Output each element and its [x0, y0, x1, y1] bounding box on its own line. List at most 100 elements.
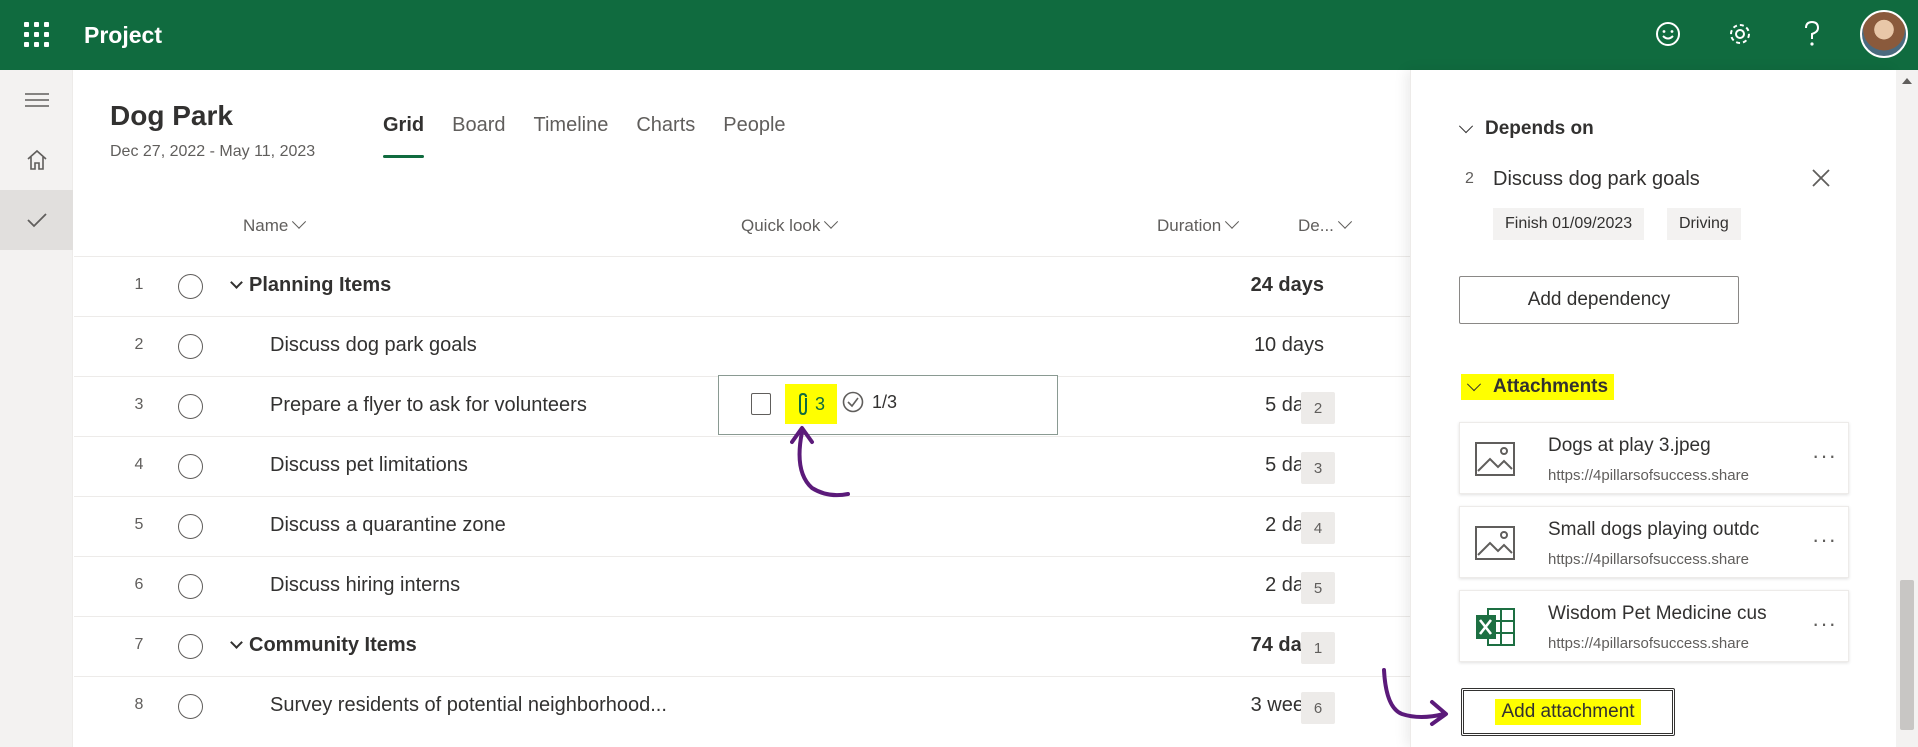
dependency-badge[interactable]: 6	[1301, 692, 1335, 724]
attachment-item[interactable]: Wisdom Pet Medicine cus https://4pillars…	[1459, 590, 1849, 662]
user-avatar[interactable]	[1860, 10, 1908, 58]
add-attachment-button[interactable]: Add attachment	[1461, 688, 1675, 736]
settings-gear-icon[interactable]	[1724, 18, 1756, 50]
tab-people[interactable]: People	[709, 114, 799, 158]
task-name[interactable]: Discuss hiring interns	[270, 574, 460, 597]
attachments-section-header[interactable]: Attachments	[1461, 374, 1615, 400]
add-attachment-label: Add attachment	[1495, 699, 1641, 725]
group-name-label: Community Items	[249, 634, 417, 656]
annotation-curved-arrow-icon	[1382, 668, 1448, 726]
attachment-item[interactable]: Dogs at play 3.jpeg https://4pillarsofsu…	[1459, 422, 1849, 494]
scroll-up-arrow-icon[interactable]	[1900, 76, 1914, 86]
column-header-quick-look[interactable]: Quick look	[741, 214, 839, 236]
duration-cell[interactable]: 10 days	[1164, 334, 1324, 357]
project-name[interactable]: Dog Park	[110, 100, 233, 132]
dependency-badge[interactable]: 3	[1301, 452, 1335, 484]
attachment-name[interactable]: Small dogs playing outdc	[1548, 519, 1783, 541]
task-complete-circle-icon[interactable]	[178, 334, 203, 359]
table-row[interactable]: 8 Survey residents of potential neighbor…	[74, 676, 1410, 736]
duration-cell[interactable]: 5 days	[1164, 454, 1324, 477]
task-complete-circle-icon[interactable]	[178, 574, 203, 599]
duration-cell[interactable]: 5 days	[1164, 394, 1324, 417]
hamburger-menu-icon[interactable]	[0, 70, 73, 130]
app-launcher-icon[interactable]	[22, 20, 50, 48]
tab-grid[interactable]: Grid	[383, 114, 438, 158]
collapse-chevron-icon[interactable]	[230, 276, 243, 289]
task-complete-circle-icon[interactable]	[178, 694, 203, 719]
more-options-icon[interactable]: ···	[1812, 527, 1837, 553]
dependency-badge[interactable]: 4	[1301, 512, 1335, 544]
task-name[interactable]: Discuss pet limitations	[270, 454, 468, 477]
help-question-icon[interactable]	[1796, 18, 1828, 50]
group-name[interactable]: Planning Items	[228, 274, 391, 297]
column-header-duration[interactable]: Duration	[1157, 214, 1240, 236]
column-header-name[interactable]: Name	[243, 214, 307, 236]
chevron-down-icon	[1337, 214, 1352, 229]
scrollbar-thumb[interactable]	[1900, 580, 1914, 730]
column-header-duration-label: Duration	[1157, 216, 1222, 235]
table-row-group[interactable]: 7 Community Items 74 days 1	[74, 616, 1410, 676]
task-name[interactable]: Discuss dog park goals	[270, 334, 477, 357]
row-number: 4	[134, 456, 144, 473]
column-header-quick-look-label: Quick look	[741, 216, 821, 235]
table-row-group[interactable]: 1 Planning Items 24 days	[74, 256, 1410, 316]
column-header-dependencies[interactable]: De...	[1298, 214, 1352, 236]
duration-cell[interactable]: 2 days	[1164, 574, 1324, 597]
quick-look-cell[interactable]: 3 1/3	[718, 375, 1058, 435]
annotation-curved-arrow-icon	[790, 426, 850, 498]
more-options-icon[interactable]: ···	[1812, 611, 1837, 637]
collapse-chevron-icon[interactable]	[230, 636, 243, 649]
group-name-label: Planning Items	[249, 274, 392, 296]
remove-dependency-close-icon[interactable]	[1809, 166, 1833, 190]
my-tasks-check-icon[interactable]	[0, 190, 73, 250]
duration-cell[interactable]: 24 days	[1164, 274, 1324, 297]
table-row[interactable]: 2 Discuss dog park goals 10 days	[74, 316, 1410, 376]
dependency-type-chip[interactable]: Driving	[1667, 208, 1741, 240]
add-dependency-button[interactable]: Add dependency	[1459, 276, 1739, 324]
paperclip-icon	[798, 392, 807, 416]
more-options-icon[interactable]: ···	[1812, 443, 1837, 469]
feedback-smiley-icon[interactable]	[1652, 18, 1684, 50]
column-header-name-label: Name	[243, 216, 289, 235]
checklist-progress[interactable]: 1/3	[842, 391, 897, 413]
task-name[interactable]: Survey residents of potential neighborho…	[270, 694, 667, 717]
task-complete-circle-icon[interactable]	[178, 634, 203, 659]
left-nav-rail	[0, 70, 73, 747]
view-tabs: Grid Board Timeline Charts People	[383, 114, 800, 158]
task-complete-circle-icon[interactable]	[178, 454, 203, 479]
row-number: 6	[134, 576, 144, 593]
app-title[interactable]: Project	[84, 22, 162, 49]
task-name[interactable]: Prepare a flyer to ask for volunteers	[270, 394, 587, 417]
chevron-down-icon	[1466, 377, 1482, 392]
attachment-url: https://4pillarsofsuccess.share	[1548, 551, 1749, 568]
home-icon[interactable]	[0, 130, 73, 190]
task-complete-circle-icon[interactable]	[178, 514, 203, 539]
table-row[interactable]: 6 Discuss hiring interns 2 days 5	[74, 556, 1410, 616]
duration-cell[interactable]: 2 days	[1164, 514, 1324, 537]
task-complete-circle-icon[interactable]	[178, 394, 203, 419]
checklist-circle-icon	[842, 391, 864, 413]
chevron-down-icon	[1458, 119, 1474, 134]
dependency-badge[interactable]: 5	[1301, 572, 1335, 604]
duration-cell[interactable]: 3 weeks	[1164, 694, 1324, 717]
attachment-name[interactable]: Dogs at play 3.jpeg	[1548, 435, 1783, 457]
dependency-item-name[interactable]: Discuss dog park goals	[1493, 168, 1700, 191]
depends-on-section-header[interactable]: Depends on	[1458, 118, 1594, 140]
table-row[interactable]: 4 Discuss pet limitations 5 days 3	[74, 436, 1410, 496]
group-name[interactable]: Community Items	[228, 634, 417, 657]
dependency-badge[interactable]: 2	[1301, 392, 1335, 424]
notes-icon[interactable]	[751, 393, 771, 415]
excel-file-icon	[1476, 608, 1515, 646]
image-file-icon	[1475, 442, 1515, 476]
dependency-badge[interactable]: 1	[1301, 632, 1335, 664]
attachment-name[interactable]: Wisdom Pet Medicine cus	[1548, 603, 1783, 625]
row-number: 7	[134, 636, 144, 653]
task-complete-circle-icon[interactable]	[178, 274, 203, 299]
tab-board[interactable]: Board	[438, 114, 519, 158]
tab-timeline[interactable]: Timeline	[520, 114, 623, 158]
duration-cell[interactable]: 74 days	[1164, 634, 1324, 657]
tab-charts[interactable]: Charts	[622, 114, 709, 158]
task-name[interactable]: Discuss a quarantine zone	[270, 514, 506, 537]
attachment-item[interactable]: Small dogs playing outdc https://4pillar…	[1459, 506, 1849, 578]
table-row[interactable]: 5 Discuss a quarantine zone 2 days 4	[74, 496, 1410, 556]
